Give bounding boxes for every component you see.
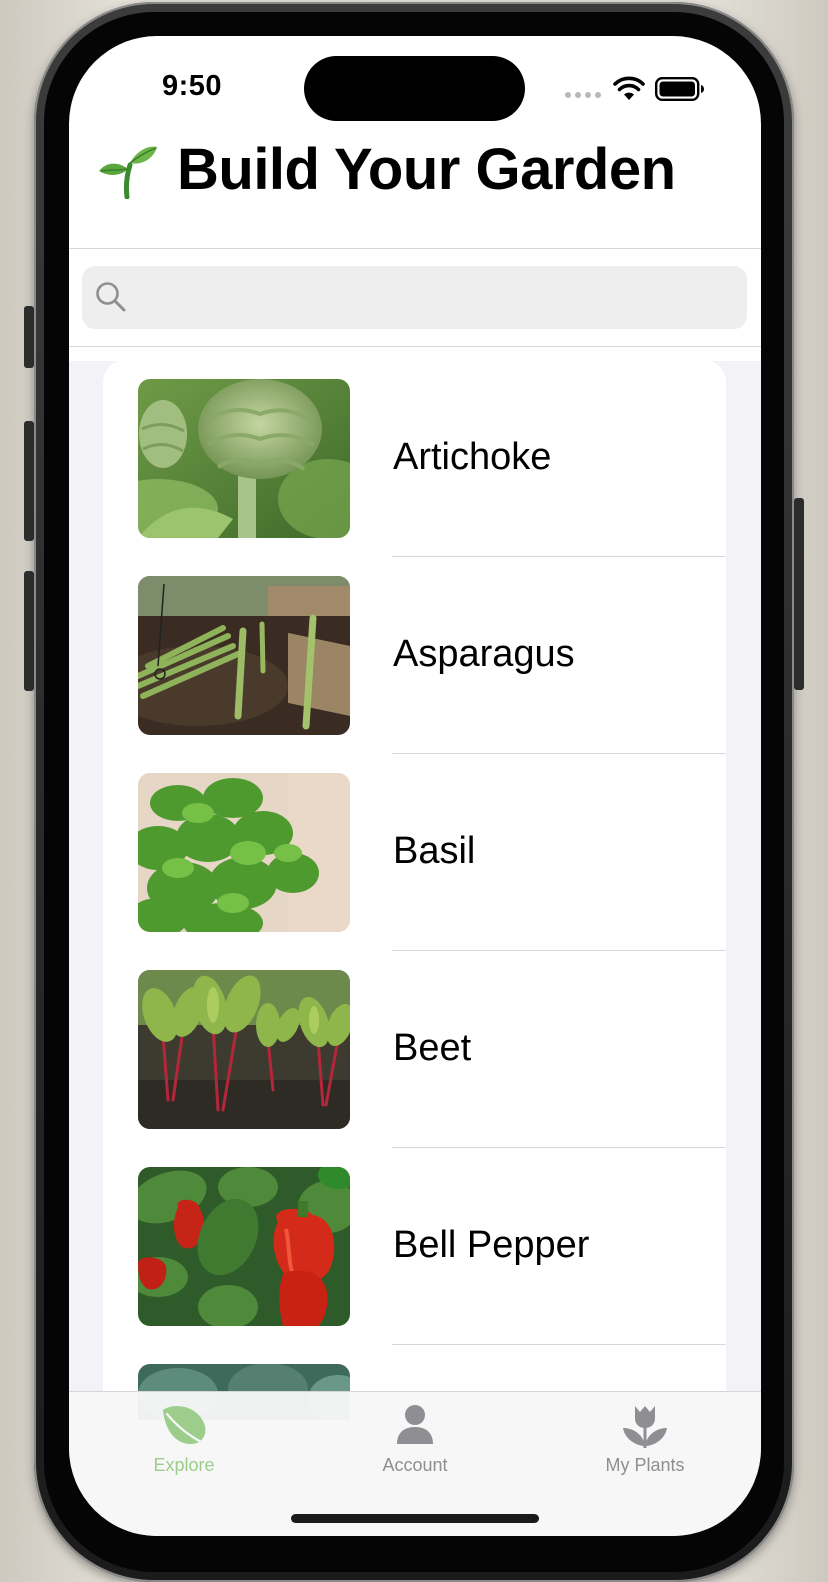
asparagus-image	[138, 576, 350, 735]
tab-explore[interactable]: Explore	[69, 1392, 299, 1502]
divider	[69, 346, 761, 347]
home-indicator[interactable]	[291, 1514, 539, 1523]
plant-name: Basil	[393, 830, 476, 872]
cellular-signal-icon	[565, 92, 601, 98]
plant-name: Artichoke	[393, 436, 552, 478]
leaf-icon	[163, 1406, 206, 1444]
plant-name: Bell Pepper	[393, 1224, 590, 1266]
tab-account[interactable]: Account	[300, 1392, 530, 1502]
basil-image	[138, 773, 350, 932]
power-button	[794, 498, 804, 690]
volume-up-button	[24, 421, 34, 541]
plant-row-beet[interactable]: Beet	[103, 951, 726, 1148]
app-screen: 9:50 Build Your Garden Artichoke Asparag…	[69, 36, 761, 1536]
divider	[69, 248, 761, 249]
tab-label: Account	[382, 1455, 448, 1475]
plant-list: Artichoke Asparagus Basil Beet Bell Pepp…	[103, 360, 726, 1420]
person-icon	[397, 1405, 433, 1444]
wifi-icon	[613, 76, 645, 100]
volume-down-button	[24, 571, 34, 691]
tab-label: My Plants	[605, 1455, 685, 1475]
dynamic-island	[304, 56, 525, 121]
plant-name: Asparagus	[393, 633, 575, 675]
search-input[interactable]	[140, 266, 734, 331]
battery-icon	[655, 77, 704, 101]
seedling-icon	[99, 146, 157, 199]
plant-row-bell-pepper[interactable]: Bell Pepper	[103, 1148, 726, 1345]
status-time: 9:50	[162, 70, 223, 102]
tulip-icon	[623, 1406, 667, 1448]
plant-row-asparagus[interactable]: Asparagus	[103, 557, 726, 754]
header: Build Your Garden	[97, 136, 676, 203]
action-button	[24, 306, 34, 368]
page-title: Build Your Garden	[177, 137, 676, 202]
bell-pepper-image	[138, 1167, 350, 1326]
tab-label: Explore	[153, 1455, 215, 1475]
search-icon	[96, 282, 126, 312]
plant-row-basil[interactable]: Basil	[103, 754, 726, 951]
beet-image	[138, 970, 350, 1129]
plant-row-artichoke[interactable]: Artichoke	[103, 360, 726, 557]
search-bar[interactable]	[82, 266, 747, 331]
plant-name: Beet	[393, 1027, 472, 1069]
tab-my-plants[interactable]: My Plants	[530, 1392, 760, 1502]
artichoke-image	[138, 379, 350, 538]
